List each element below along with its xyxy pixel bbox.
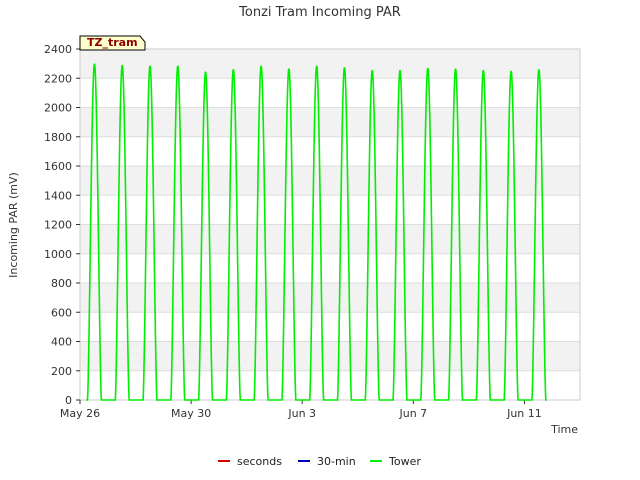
x-tick-label: Jun 7 — [398, 407, 427, 420]
x-tick-label: May 30 — [171, 407, 211, 420]
y-tick-label: 2400 — [44, 43, 72, 56]
plot-band — [80, 136, 580, 166]
y-axis-ticks: 0 200 400 600 800 1000 1200 1400 1600 1800 2000 220… — [44, 43, 80, 407]
x-tick-label: Jun 11 — [506, 407, 542, 420]
legend: seconds 30-min Tower — [218, 455, 421, 468]
plot-band — [80, 195, 580, 225]
y-tick-label: 2200 — [44, 72, 72, 85]
y-tick-label: 1600 — [44, 160, 72, 173]
chart-title: Tonzi Tram Incoming PAR — [238, 5, 401, 20]
y-tick-label: 0 — [65, 394, 72, 407]
plot-band — [80, 78, 580, 108]
y-tick-label: 1000 — [44, 248, 72, 261]
y-tick-label: 2000 — [44, 102, 72, 115]
y-tick-label: 200 — [51, 365, 72, 378]
legend-label-30-min: 30-min — [317, 455, 356, 468]
legend-label-tower: Tower — [388, 455, 421, 468]
plot-band — [80, 107, 580, 137]
plot-band — [80, 49, 580, 79]
x-axis-label: Time — [550, 423, 578, 436]
y-tick-label: 1800 — [44, 131, 72, 144]
legend-label-seconds: seconds — [237, 455, 282, 468]
chart: Tonzi Tram Incoming PAR 0 200 400 600 800 100… — [7, 5, 581, 468]
y-tick-label: 400 — [51, 336, 72, 349]
site-tag-label: TZ_tram — [87, 36, 138, 49]
plot-band — [80, 166, 580, 196]
x-tick-label: May 26 — [60, 407, 100, 420]
y-tick-label: 800 — [51, 277, 72, 290]
y-tick-label: 1400 — [44, 189, 72, 202]
y-tick-label: 1200 — [44, 219, 72, 232]
x-tick-label: Jun 3 — [287, 407, 316, 420]
y-tick-label: 600 — [51, 306, 72, 319]
plot-band — [80, 224, 580, 254]
site-tag: TZ_tram — [79, 35, 146, 51]
x-axis-ticks: May 26 May 30 Jun 3 Jun 7 Jun 11 — [60, 400, 542, 420]
y-axis-label: Incoming PAR (mV) — [7, 172, 20, 278]
